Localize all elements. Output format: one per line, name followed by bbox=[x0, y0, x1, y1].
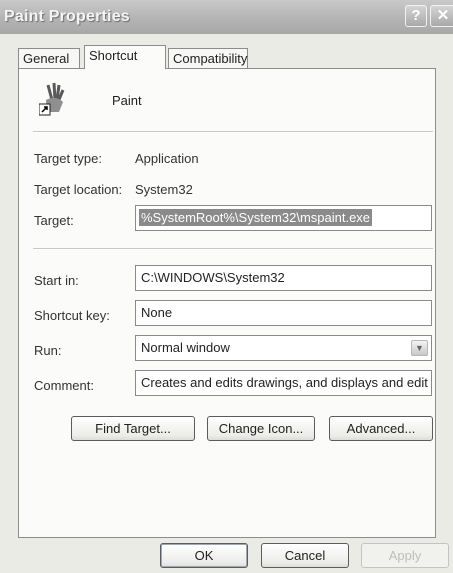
dialog-body: General Shortcut Compatibility Paint Tar… bbox=[0, 34, 453, 573]
chevron-down-icon[interactable]: ▼ bbox=[411, 340, 428, 356]
start-in-label: Start in: bbox=[34, 273, 79, 288]
target-location-value: System32 bbox=[135, 182, 193, 197]
tab-compatibility[interactable]: Compatibility bbox=[168, 48, 248, 68]
start-in-field[interactable]: C:\WINDOWS\System32 bbox=[135, 265, 432, 291]
run-value: Normal window bbox=[141, 340, 230, 355]
title-bar[interactable]: Paint Properties ? ✕ bbox=[0, 0, 453, 35]
comment-field[interactable]: Creates and edits drawings, and displays… bbox=[135, 370, 432, 396]
target-type-value: Application bbox=[135, 151, 199, 166]
ok-button[interactable]: OK bbox=[160, 543, 248, 568]
tab-general[interactable]: General bbox=[18, 48, 80, 68]
divider bbox=[33, 131, 433, 133]
app-name: Paint bbox=[112, 93, 142, 108]
comment-label: Comment: bbox=[34, 378, 94, 393]
shortcut-key-field[interactable]: None bbox=[135, 300, 432, 326]
change-icon-button[interactable]: Change Icon... bbox=[207, 416, 315, 441]
apply-button[interactable]: Apply bbox=[361, 543, 449, 568]
find-target-button[interactable]: Find Target... bbox=[71, 416, 195, 441]
run-select[interactable]: Normal window ▼ bbox=[135, 335, 432, 361]
divider bbox=[33, 248, 433, 250]
target-type-label: Target type: bbox=[34, 151, 102, 166]
shortcut-key-label: Shortcut key: bbox=[34, 308, 110, 323]
run-label: Run: bbox=[34, 343, 62, 358]
target-location-label: Target location: bbox=[34, 182, 123, 197]
advanced-button[interactable]: Advanced... bbox=[329, 416, 433, 441]
target-label: Target: bbox=[34, 213, 74, 228]
target-field[interactable]: %SystemRoot%\System32\mspaint.exe bbox=[135, 205, 432, 231]
tab-shortcut[interactable]: Shortcut bbox=[84, 45, 166, 69]
window-title: Paint Properties bbox=[4, 8, 130, 25]
shortcut-panel: Paint Target type: Application Target lo… bbox=[18, 68, 436, 538]
close-button[interactable]: ✕ bbox=[430, 5, 453, 27]
paint-icon bbox=[39, 82, 65, 116]
target-value: %SystemRoot%\System32\mspaint.exe bbox=[139, 209, 373, 226]
cancel-button[interactable]: Cancel bbox=[261, 543, 349, 568]
help-button[interactable]: ? bbox=[405, 5, 427, 27]
